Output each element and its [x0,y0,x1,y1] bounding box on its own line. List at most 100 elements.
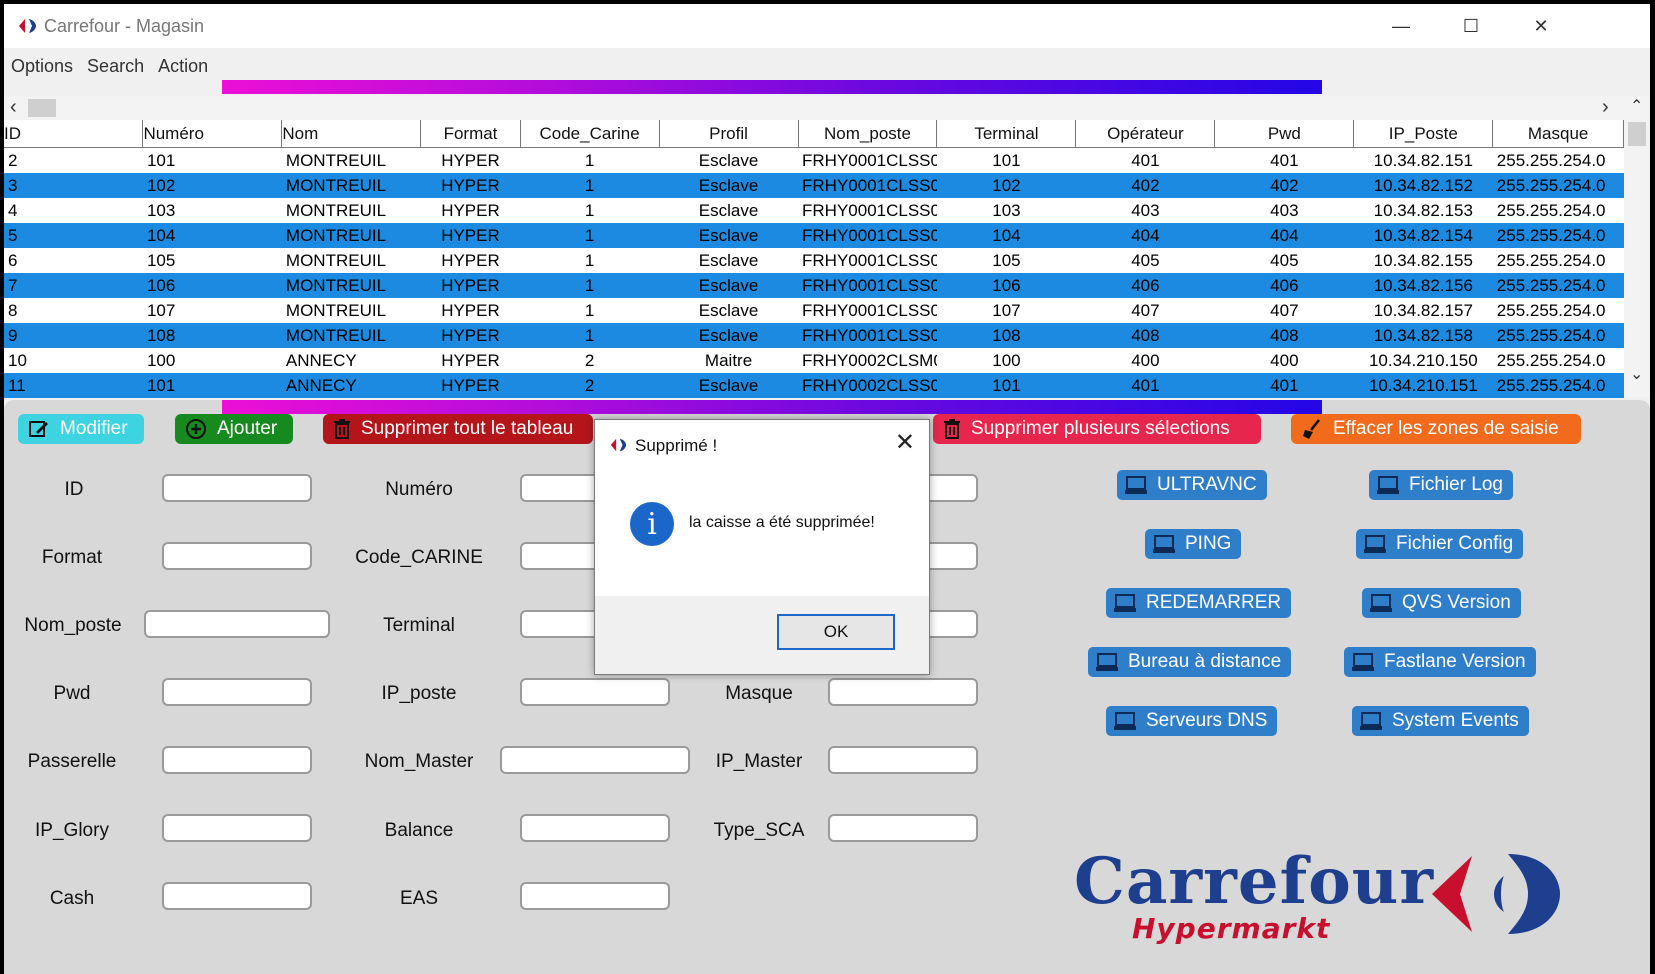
cell-nom[interactable]: MONTREUIL [281,198,421,223]
cell-nom[interactable]: MONTREUIL [281,248,421,273]
cell-nom-poste[interactable]: FRHY0001CLSS0 [798,198,937,223]
cell-id[interactable]: 8 [4,298,143,323]
cell-operateur[interactable]: 401 [1075,373,1215,398]
cell-nom[interactable]: MONTREUIL [281,273,421,298]
cell-terminal[interactable]: 101 [936,147,1076,173]
cell-ip-poste[interactable]: 10.34.82.155 [1353,248,1493,273]
cell-nom-poste[interactable]: FRHY0001CLSS0 [798,273,937,298]
table-row[interactable]: 6 105 MONTREUIL HYPER 1 Esclave FRHY0001CLSS0 1… [4,248,1624,273]
supprimer-tout-button[interactable]: Supprimer tout le tableau [323,414,593,444]
column-header-operateur[interactable]: Opérateur [1075,120,1216,148]
cell-code-carine[interactable]: 1 [520,298,660,323]
column-header-terminal[interactable]: Terminal [936,120,1077,148]
cell-masque[interactable]: 255.255.254.0 [1492,348,1624,373]
balance-field[interactable] [520,814,670,842]
cell-numero[interactable]: 100 [142,348,282,373]
supprimer-plusieurs-button[interactable]: Supprimer plusieurs sélections [933,414,1261,444]
cell-nom-poste[interactable]: FRHY0001CLSS0 [798,173,937,198]
cell-format[interactable]: HYPER [420,373,521,398]
cell-code-carine[interactable]: 1 [520,323,660,348]
masque-field[interactable] [828,678,978,706]
cell-masque[interactable]: 255.255.254.0 [1492,298,1624,323]
cell-masque[interactable]: 255.255.254.0 [1492,147,1624,173]
cell-format[interactable]: HYPER [420,173,521,198]
pwd-field[interactable] [162,678,312,706]
system-events-button[interactable]: System Events [1352,706,1529,736]
minimize-button[interactable]: — [1366,4,1436,48]
cell-operateur[interactable]: 400 [1075,348,1215,373]
cell-operateur[interactable]: 402 [1075,173,1215,198]
cell-format[interactable]: HYPER [420,298,521,323]
cell-nom[interactable]: MONTREUIL [281,173,421,198]
column-header-masque[interactable]: Masque [1492,120,1624,148]
cash-field[interactable] [162,882,312,910]
cell-profil[interactable]: Esclave [659,173,799,198]
cell-nom-poste[interactable]: FRHY0001CLSS0 [798,223,937,248]
cell-numero[interactable]: 103 [142,198,282,223]
column-header-id[interactable]: ID [4,120,144,148]
cell-terminal[interactable]: 101 [936,373,1076,398]
ajouter-button[interactable]: Ajouter [175,414,293,444]
cell-numero[interactable]: 108 [142,323,282,348]
cell-pwd[interactable]: 405 [1214,248,1354,273]
cell-nom-poste[interactable]: FRHY0001CLSS0 [798,298,937,323]
table-row[interactable]: 3 102 MONTREUIL HYPER 1 Esclave FRHY0001CLSS0 1… [4,173,1624,198]
cell-operateur[interactable]: 408 [1075,323,1215,348]
cell-terminal[interactable]: 103 [936,198,1076,223]
cell-format[interactable]: HYPER [420,273,521,298]
fastlane-version-button[interactable]: Fastlane Version [1344,647,1536,677]
horizontal-scroll-thumb[interactable] [28,99,56,117]
cell-format[interactable]: HYPER [420,323,521,348]
nom-poste-field[interactable] [144,610,330,638]
ping-button[interactable]: PING [1145,529,1242,559]
cell-nom-poste[interactable]: FRHY0002CLSM0 [798,348,937,373]
cell-terminal[interactable]: 108 [936,323,1076,348]
column-header-ip-poste[interactable]: IP_Poste [1353,120,1494,148]
cell-nom[interactable]: ANNECY [281,348,421,373]
cell-profil[interactable]: Esclave [659,223,799,248]
cell-profil[interactable]: Esclave [659,147,799,173]
ok-button[interactable]: OK [777,614,895,650]
vertical-scroll-thumb[interactable] [1628,122,1646,146]
cell-nom-poste[interactable]: FRHY0002CLSS0 [798,373,937,398]
cell-profil[interactable]: Esclave [659,323,799,348]
cell-profil[interactable]: Esclave [659,273,799,298]
effacer-button[interactable]: Effacer les zones de saisie [1291,414,1581,444]
cell-id[interactable]: 10 [4,348,143,373]
cell-terminal[interactable]: 105 [936,248,1076,273]
cell-operateur[interactable]: 401 [1075,147,1215,173]
column-header-nom-poste[interactable]: Nom_poste [798,120,938,148]
table-row[interactable]: 2 101 MONTREUIL HYPER 1 Esclave FRHY0001CLSS0 1… [4,147,1624,173]
ip-poste-field[interactable] [520,678,670,706]
cell-profil[interactable]: Esclave [659,298,799,323]
cell-terminal[interactable]: 107 [936,298,1076,323]
cell-id[interactable]: 5 [4,223,143,248]
table-row[interactable]: 9 108 MONTREUIL HYPER 1 Esclave FRHY0001CLSS0 1… [4,323,1624,348]
table-row[interactable]: 4 103 MONTREUIL HYPER 1 Esclave FRHY0001CLSS0 1… [4,198,1624,223]
vertical-scrollbar[interactable]: ⌃ ⌄ [1624,96,1650,398]
cell-ip-poste[interactable]: 10.34.82.154 [1353,223,1493,248]
qvs-version-button[interactable]: QVS Version [1362,588,1521,618]
cell-nom-poste[interactable]: FRHY0001CLSS0 [798,323,937,348]
id-field[interactable] [162,474,312,502]
cell-operateur[interactable]: 407 [1075,298,1215,323]
cell-format[interactable]: HYPER [420,147,521,173]
table-row[interactable]: 11 101 ANNECY HYPER 2 Esclave FRHY0002CLSS0 101… [4,373,1624,398]
column-header-nom[interactable]: Nom [281,120,422,148]
cell-numero[interactable]: 104 [142,223,282,248]
cell-ip-poste[interactable]: 10.34.82.153 [1353,198,1493,223]
cell-pwd[interactable]: 403 [1214,198,1354,223]
table-row[interactable]: 8 107 MONTREUIL HYPER 1 Esclave FRHY0001CLSS0 1… [4,298,1624,323]
cell-ip-poste[interactable]: 10.34.82.157 [1353,298,1493,323]
cell-nom-poste[interactable]: FRHY0001CLSS0 [798,147,937,173]
cell-code-carine[interactable]: 2 [520,348,660,373]
menu-action[interactable]: Action [151,52,215,82]
cell-profil[interactable]: Maitre [659,348,799,373]
nom-master-field[interactable] [500,746,690,774]
cell-nom-poste[interactable]: FRHY0001CLSS0 [798,248,937,273]
scroll-right-icon[interactable]: › [1602,96,1609,119]
scroll-up-icon[interactable]: ⌃ [1630,96,1643,116]
cell-code-carine[interactable]: 1 [520,147,660,173]
redemarrer-button[interactable]: REDEMARRER [1106,588,1292,618]
cell-masque[interactable]: 255.255.254.0 [1492,248,1624,273]
